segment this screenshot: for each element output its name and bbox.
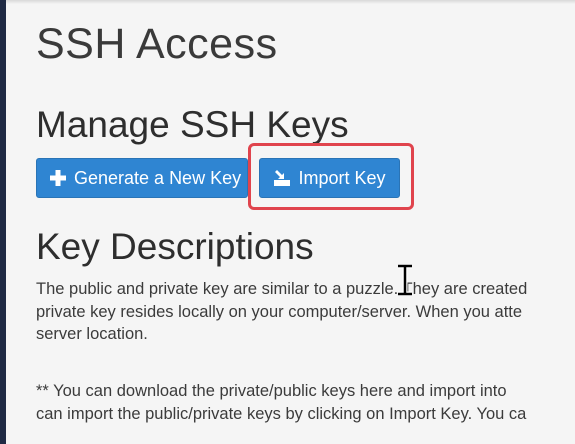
download-note-paragraph: ** You can download the private/public k… [36,380,526,425]
manage-keys-heading: Manage SSH Keys [36,104,349,145]
generate-key-button[interactable]: Generate a New Key [36,158,248,198]
page-title: SSH Access [36,20,278,68]
paragraph-line: private key resides locally on your comp… [36,302,523,321]
paragraph-line: ** You can download the private/public k… [36,382,507,400]
main-content: SSH Access Manage SSH Keys Generate a Ne… [36,0,575,444]
sidebar-edge [0,0,6,444]
plus-icon [49,169,67,187]
import-key-highlight [248,143,414,210]
generate-key-label: Generate a New Key [74,167,242,188]
paragraph-line: can import the public/private keys by cl… [36,404,527,423]
key-description-paragraph: The public and private key are similar t… [36,278,527,346]
paragraph-line: server location. [36,325,148,343]
paragraph-line: The public and private key are similar t… [36,280,528,298]
key-descriptions-heading: Key Descriptions [36,226,314,267]
text-cursor-icon [394,263,416,297]
